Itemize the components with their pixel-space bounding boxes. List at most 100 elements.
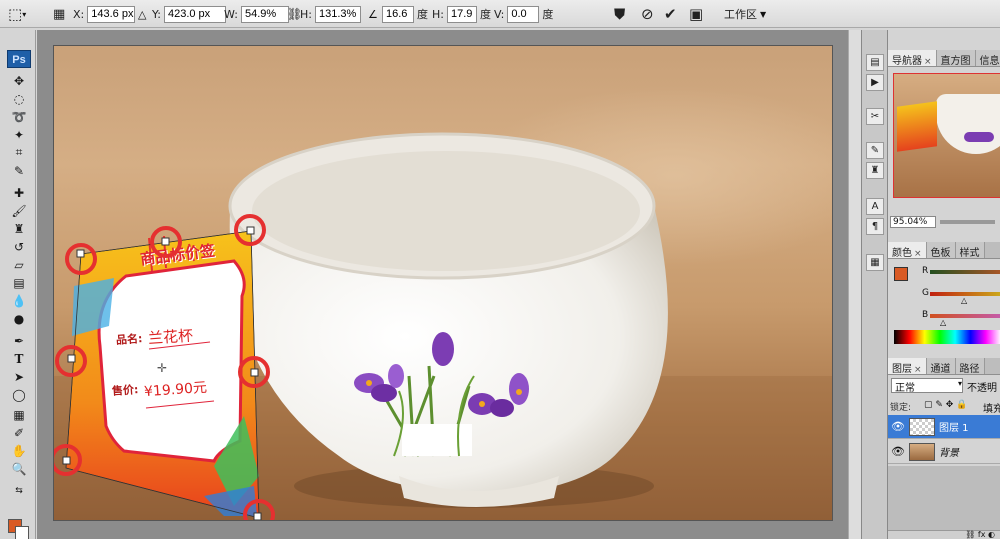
panel-dock-strip: ▤ ▶ ✂ ✎ ♜ A ¶ ▦ xyxy=(861,30,887,539)
v-skew-label: V: xyxy=(494,7,505,21)
navigator-tabs: 导航器 × 直方图 信息 xyxy=(888,50,1000,67)
workspace-label: 工作区 xyxy=(724,8,757,21)
zoom-tool-icon[interactable]: 🔍 xyxy=(8,460,30,477)
rotate-angle-icon: ∠ xyxy=(368,7,378,21)
tab-info[interactable]: 信息 xyxy=(975,50,1000,67)
blur-tool-icon[interactable]: 💧 xyxy=(8,292,30,309)
actions-panel-icon[interactable]: ▶ xyxy=(866,74,884,91)
move-tool-icon[interactable]: ✥ xyxy=(8,72,30,89)
transform-tool-icon[interactable]: ⬚ ▾ xyxy=(8,0,26,28)
channel-g-label: G xyxy=(922,288,929,298)
eye-icon[interactable]: 👁 xyxy=(891,420,905,433)
marquee-tool-icon[interactable]: ◌ xyxy=(8,90,30,107)
tab-histogram[interactable]: 直方图 xyxy=(936,50,976,67)
channel-b-label: B xyxy=(922,310,929,320)
layers-tabs: 图层 × 通道 路径 xyxy=(888,358,1000,375)
paragraph-panel-icon[interactable]: ¶ xyxy=(866,218,884,235)
tab-swatches[interactable]: 色板 xyxy=(926,242,956,259)
preview-flowers xyxy=(964,132,994,142)
eyedropper-tool-icon[interactable]: ✐ xyxy=(8,424,30,441)
tab-channels[interactable]: 通道 xyxy=(926,358,956,375)
workspace-button[interactable]: 工作区 ▼ xyxy=(724,0,766,28)
channel-g-thumb[interactable]: △ xyxy=(961,296,967,305)
warp-mode-icon[interactable]: ⛊ xyxy=(614,0,625,28)
eraser-tool-icon[interactable]: ▱ xyxy=(8,256,30,273)
h-skew-label: H: xyxy=(432,7,444,21)
chevron-down-icon: ▾ xyxy=(957,379,962,388)
layer-name[interactable]: 背景 xyxy=(939,444,959,459)
tab-paths[interactable]: 路径 xyxy=(955,358,985,375)
tab-color[interactable]: 颜色 × xyxy=(888,242,927,259)
magic-wand-tool-icon[interactable]: ✦ xyxy=(8,126,30,143)
reference-point-icon[interactable]: ▦ xyxy=(53,0,65,28)
channel-b-thumb[interactable]: △ xyxy=(940,318,946,327)
relative-position-icon[interactable]: △ xyxy=(138,0,146,28)
type-tool-icon[interactable]: T xyxy=(8,350,30,367)
navigator-zoom-slider[interactable] xyxy=(940,220,995,224)
width-input[interactable]: 54.9% xyxy=(240,5,289,23)
opacity-label: 不透明 xyxy=(967,383,997,394)
bridge-icon[interactable]: ▣ xyxy=(689,0,703,28)
brushes-panel-icon[interactable]: ✎ xyxy=(866,142,884,159)
tab-layers[interactable]: 图层 × xyxy=(888,358,927,375)
brush-tool-icon[interactable]: 🖌 xyxy=(8,202,30,219)
lasso-tool-icon[interactable]: ➰ xyxy=(8,108,30,125)
card-name-label: 品名: xyxy=(115,332,143,347)
lock-label: 锁定: xyxy=(890,403,912,413)
toolbox: Ps ✥ ◌ ➰ ✦ ⌗ ✎ ✚ 🖌 ♜ ↺ ▱ ▤ 💧 ● ✒ T ➤ ◯ ▦… xyxy=(0,30,36,539)
angle-input[interactable]: 16.6 xyxy=(382,5,414,23)
v-skew-unit: 度 xyxy=(542,8,554,21)
notes-panel-icon[interactable]: ▦ xyxy=(866,254,884,271)
channel-r-slider[interactable] xyxy=(930,270,1000,274)
color-fg-swatch[interactable] xyxy=(894,267,908,281)
lock-icons[interactable]: ▢ ✎ ✥ 🔒 xyxy=(924,400,967,410)
layer-row-1[interactable]: 👁 图层 1 xyxy=(888,415,1000,439)
notes-tool-icon[interactable]: ▦ xyxy=(8,406,30,423)
slice-tool-icon[interactable]: ✎ xyxy=(8,162,30,179)
navigator-preview[interactable] xyxy=(893,73,1000,198)
character-panel-icon[interactable]: A xyxy=(866,198,884,215)
h-skew-input[interactable]: 17.9 xyxy=(446,5,477,23)
document-canvas[interactable]: 商品标价签 品名: 兰花杯 售价: ¥19.90元 ✛ xyxy=(53,45,833,521)
shape-tool-icon[interactable]: ◯ xyxy=(8,386,30,403)
path-selection-tool-icon[interactable]: ➤ xyxy=(8,368,30,385)
card-name-value: 兰花杯 xyxy=(147,326,194,348)
commit-transform-icon[interactable]: ✔ xyxy=(664,0,677,28)
tab-navigator[interactable]: 导航器 × xyxy=(888,50,937,67)
eye-icon[interactable]: 👁 xyxy=(891,445,905,458)
clone-stamp-tool-icon[interactable]: ♜ xyxy=(8,220,30,237)
history-panel-icon[interactable]: ▤ xyxy=(866,54,884,71)
cancel-transform-icon[interactable]: ⊘ xyxy=(641,0,654,28)
x-input[interactable]: 143.6 px xyxy=(87,5,136,23)
height-input[interactable]: 131.3% xyxy=(314,5,361,23)
hand-tool-icon[interactable]: ✋ xyxy=(8,442,30,459)
healing-brush-tool-icon[interactable]: ✚ xyxy=(8,184,30,201)
history-brush-tool-icon[interactable]: ↺ xyxy=(8,238,30,255)
crop-tool-icon[interactable]: ⌗ xyxy=(8,144,30,161)
fill-label: 填充 xyxy=(983,404,1000,415)
tool-presets-icon[interactable]: ✂ xyxy=(866,108,884,125)
vertical-scrollbar[interactable] xyxy=(848,30,861,539)
dodge-tool-icon[interactable]: ● xyxy=(8,310,30,327)
swap-colors-icon[interactable]: ⇆ xyxy=(8,482,30,499)
layers-footer-icons[interactable]: ⛓ fx ◐ xyxy=(888,530,1000,539)
tab-styles[interactable]: 样式 xyxy=(955,242,985,259)
v-skew-input[interactable]: 0.0 xyxy=(507,5,540,23)
card-price-label: 售价: xyxy=(111,383,139,398)
background-color-swatch[interactable] xyxy=(15,526,29,539)
y-input[interactable]: 423.0 px xyxy=(163,5,226,23)
pen-tool-icon[interactable]: ✒ xyxy=(8,332,30,349)
chevron-down-icon: ▼ xyxy=(760,9,767,19)
preview-bowl xyxy=(936,94,1000,154)
layer-name[interactable]: 图层 1 xyxy=(939,419,969,434)
transform-center-icon[interactable]: ✛ xyxy=(157,361,167,375)
w-label: W: xyxy=(224,7,238,21)
color-tabs: 颜色 × 色板 样式 xyxy=(888,242,1000,259)
navigator-zoom-input[interactable]: 95.04% xyxy=(890,216,936,228)
gradient-tool-icon[interactable]: ▤ xyxy=(8,274,30,291)
layer-row-background[interactable]: 👁 背景 xyxy=(888,440,1000,464)
ps-logo: Ps xyxy=(7,50,31,68)
clone-source-icon[interactable]: ♜ xyxy=(866,162,884,179)
blend-mode-select[interactable]: 正常 ▾ xyxy=(891,378,963,394)
color-spectrum-bar[interactable] xyxy=(894,330,1000,344)
